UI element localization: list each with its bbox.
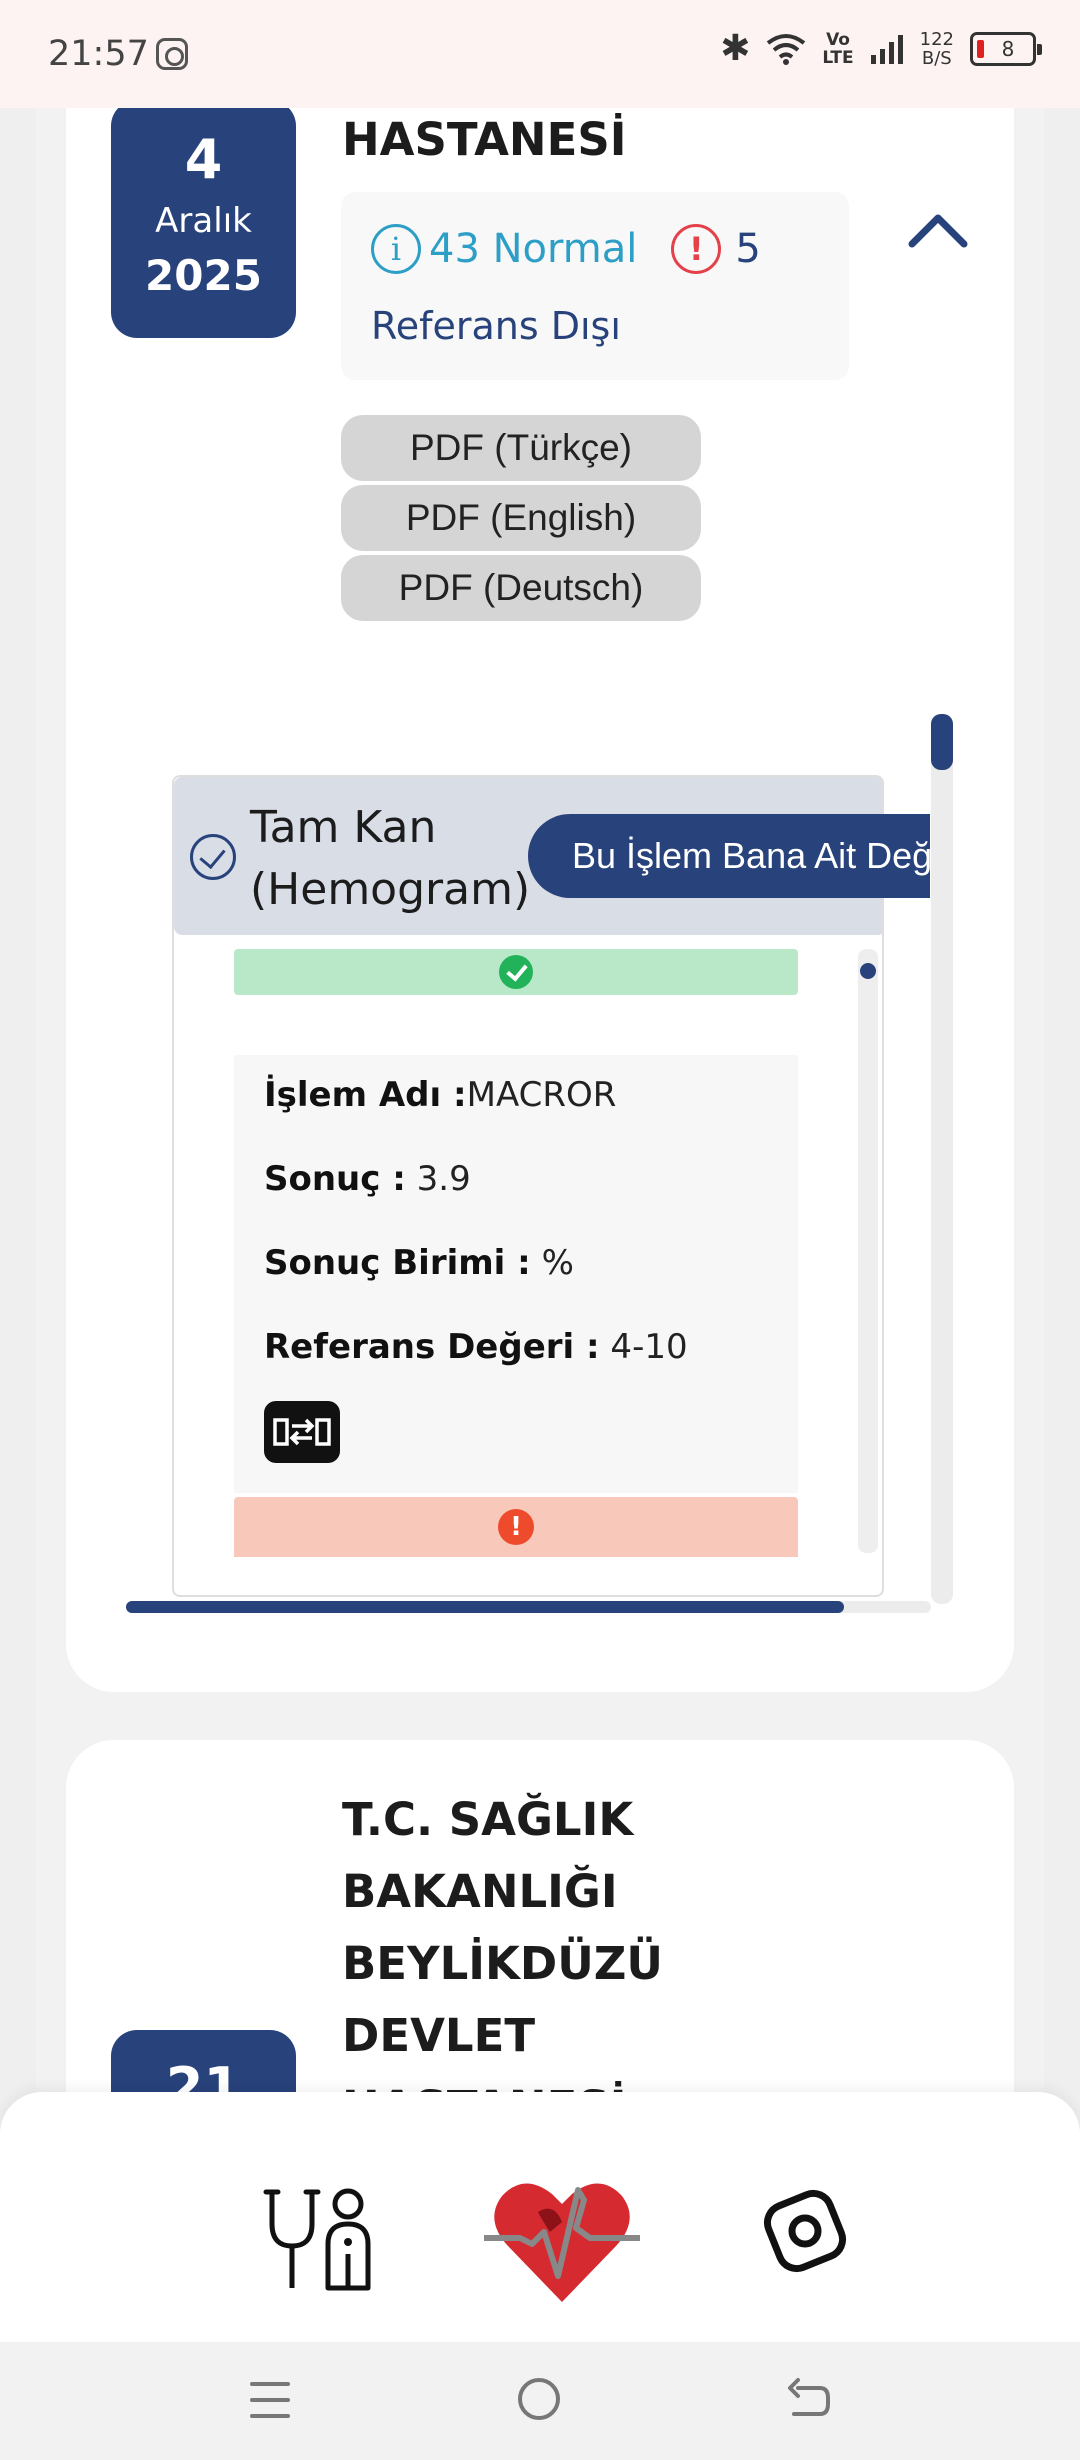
date-year: 2025: [145, 251, 262, 300]
result-label: Sonuç :: [264, 1159, 406, 1199]
home-icon[interactable]: [518, 2378, 560, 2420]
not-mine-button[interactable]: Bu İşlem Bana Ait Değil: [528, 814, 930, 898]
hospital-name-line: BAKANLIĞI: [342, 1865, 618, 1918]
doctor-patient-icon[interactable]: [262, 2184, 374, 2294]
procedure-name-row: İşlem Adı :MACROR: [264, 1075, 616, 1115]
status-time: 21:57: [48, 34, 149, 74]
status-icons: ✱ Vo LTE 122 B/S 8: [720, 28, 1042, 69]
battery-level: 8: [1001, 36, 1015, 61]
inner-scrollbar[interactable]: [858, 949, 878, 1553]
out-of-range-status-bar: !: [234, 1497, 798, 1557]
heart-pulse-logo[interactable]: [480, 2172, 644, 2308]
alert-icon: !: [671, 224, 722, 274]
test-name: Tam Kan (Hemogram): [250, 802, 531, 915]
hospital-name: T.C. SAĞLIK BAKANLIĞI BEYLİKDÜZÜ DEVLET …: [342, 1784, 862, 2144]
pdf-deutsch-button[interactable]: PDF (Deutsch): [341, 555, 701, 621]
net-speed-unit: B/S: [921, 47, 952, 69]
menu-icon[interactable]: [250, 2382, 290, 2422]
swap-icon[interactable]: [264, 1401, 340, 1463]
check-icon: [499, 955, 533, 989]
exclamation-icon: !: [498, 1509, 534, 1545]
date-day: 4: [184, 128, 223, 191]
result-row: Sonuç : 3.9: [264, 1159, 471, 1199]
wifi-icon: [767, 33, 806, 65]
date-badge: 4 Aralık 2025: [111, 100, 296, 338]
result-summary: i 43 Normal ! 5 Referans Dışı: [341, 192, 849, 380]
volte-icon: Vo LTE: [822, 29, 854, 68]
result-detail: İşlem Adı :MACROR Sonuç : 3.9 Sonuç Biri…: [234, 1055, 798, 1493]
bottom-navigation: [0, 2092, 1080, 2342]
inner-scroll-thumb[interactable]: [860, 963, 876, 979]
chevron-up-icon[interactable]: [908, 210, 968, 250]
normal-count: 43 Normal: [429, 226, 638, 272]
pdf-turkish-button[interactable]: PDF (Türkçe): [341, 415, 701, 481]
pdf-english-button[interactable]: PDF (English): [341, 485, 701, 551]
unit-value: %: [530, 1243, 574, 1283]
normal-status-bar: [234, 949, 798, 995]
reference-value: 4-10: [599, 1327, 688, 1367]
check-circle-icon: [190, 834, 236, 880]
out-of-range-label: Referans Dışı: [371, 304, 621, 348]
out-of-range-count: 5: [735, 226, 761, 272]
hospital-name-line: BEYLİKDÜZÜ DEVLET: [342, 1937, 663, 2062]
signal-icon: [870, 34, 903, 64]
net-speed-value: 122: [919, 28, 954, 50]
date-month: Aralık: [155, 201, 252, 241]
procedure-name-value: MACROR: [466, 1075, 617, 1115]
bluetooth-icon: ✱: [720, 28, 751, 69]
unit-row: Sonuç Birimi : %: [264, 1243, 574, 1283]
vertical-scrollbar[interactable]: [931, 714, 953, 1604]
hospital-name: HASTANESİ: [342, 113, 627, 166]
result-value: 3.9: [405, 1159, 471, 1199]
test-results-list: İşlem Adı :MACROR Sonuç : 3.9 Sonuç Biri…: [174, 935, 882, 1595]
unit-label: Sonuç Birimi :: [264, 1243, 531, 1283]
status-bar: 21:57 ✱ Vo LTE 122 B/S 8: [0, 0, 1080, 108]
camera-icon[interactable]: [762, 2188, 848, 2274]
net-speed: 122 B/S: [920, 30, 954, 68]
horizontal-scroll-thumb[interactable]: [126, 1601, 844, 1613]
reference-label: Referans Değeri :: [264, 1327, 600, 1367]
hospital-name-line: T.C. SAĞLIK: [342, 1793, 634, 1846]
back-icon[interactable]: [784, 2374, 834, 2424]
vertical-scroll-thumb[interactable]: [931, 714, 953, 770]
reference-row: Referans Değeri : 4-10: [264, 1327, 688, 1367]
battery-icon: 8: [970, 31, 1042, 66]
own-button-clip: Bu İşlem Bana Ait Değil: [528, 810, 930, 904]
system-navigation-bar: [0, 2342, 1080, 2460]
info-icon: i: [371, 224, 421, 274]
procedure-name-label: İşlem Adı :: [264, 1075, 467, 1115]
instagram-icon: [156, 38, 188, 70]
